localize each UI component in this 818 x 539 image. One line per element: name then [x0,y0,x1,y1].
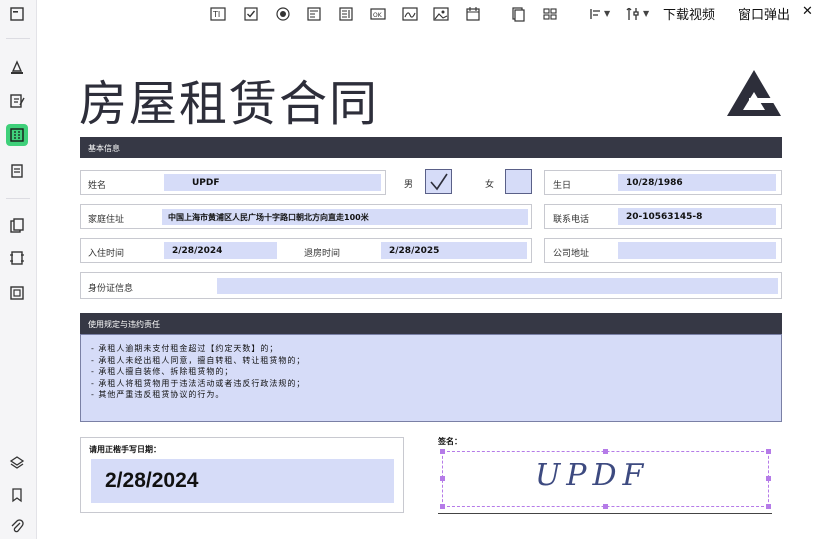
company-label: 公司地址 [553,249,590,259]
male-checkbox[interactable] [425,169,452,194]
resize-handle[interactable] [440,449,445,454]
signature-field-icon[interactable] [401,5,419,23]
address-label: 家庭住址 [88,215,125,225]
date-field-icon[interactable] [464,5,482,23]
tools-icon[interactable] [625,5,643,23]
resize-handle[interactable] [440,504,445,509]
grid-icon[interactable] [541,5,559,23]
birthday-input[interactable]: 10/28/1986 [618,174,776,191]
chevron-down-icon[interactable]: ▼ [643,9,649,18]
rules-text-area[interactable]: - 承租人逾期未支付租金超过【约定天数】的； - 承租人未经出租人同意，擅自转租… [80,334,782,422]
resize-handle[interactable] [603,449,608,454]
checkout-input[interactable]: 2/28/2025 [381,242,527,259]
id-label: 身份证信息 [88,284,134,294]
rule-item: - 承租人未经出租人同意，擅自转租、转让租赁物的； [91,355,306,365]
signature-line [438,513,772,514]
signature-image[interactable]: UPDF [535,458,649,493]
resize-handle[interactable] [766,449,771,454]
convert-icon[interactable] [6,215,28,237]
highlight-icon[interactable] [6,56,28,78]
svg-text:OK: OK [373,12,383,19]
handwrite-date-input[interactable]: 2/28/2024 [91,459,394,503]
radio-icon[interactable] [274,5,292,23]
popup-window-button[interactable]: 窗口弹出 [738,4,790,23]
compress-icon[interactable] [6,282,28,304]
edit-text-icon[interactable] [6,90,28,112]
checkbox-icon[interactable] [242,5,260,23]
name-input[interactable]: UPDF [164,174,381,191]
listbox-icon[interactable] [337,5,355,23]
close-icon[interactable]: ✕ [802,4,813,19]
download-video-button[interactable]: 下载视频 [663,4,715,23]
combobox-icon[interactable] [305,5,323,23]
phone-label: 联系电话 [553,215,590,225]
female-label: 女 [485,180,495,190]
name-label: 姓名 [88,181,107,191]
edit-page-icon[interactable] [6,3,28,25]
rule-item: - 承租人擅自装修、拆除租赁物的； [91,367,234,376]
image-field-icon[interactable] [432,5,450,23]
signature-label: 签名： [438,437,462,446]
resize-handle[interactable] [766,476,771,481]
checkout-label: 退房时间 [304,249,341,259]
text-field-icon[interactable]: TI [209,5,227,23]
chevron-down-icon[interactable]: ▼ [604,9,610,18]
attachment-icon[interactable] [6,515,28,537]
top-toolbar: TI OK ▼ ▼ 下载视频 窗口弹出 ✕ [37,0,818,28]
alignment-menu-icon[interactable] [587,5,605,23]
logo-icon [727,70,781,116]
checkin-input[interactable]: 2/28/2024 [164,242,277,259]
svg-text:TI: TI [212,10,220,19]
rule-item: - 承租人逾期未支付租金超过【约定天数】的； [91,344,279,353]
form-icon[interactable] [6,124,28,146]
birthday-label: 生日 [553,181,572,191]
female-checkbox[interactable] [505,169,532,194]
left-sidebar [0,0,37,539]
male-label: 男 [404,180,414,190]
resize-handle[interactable] [440,476,445,481]
rule-item: - 承租人将租赁物用于违法活动或者违反行政法规的； [91,378,306,388]
resize-handle[interactable] [603,504,608,509]
handwrite-date-box: 请用正楷手写日期： 2/28/2024 [80,437,404,513]
resize-handle[interactable] [766,504,771,509]
id-input[interactable] [217,278,778,294]
address-input[interactable]: 中国上海市黄浦区人民广场十字路口朝北方向直走100米 [162,209,528,225]
checkin-label: 入住时间 [88,249,125,259]
company-input[interactable] [618,242,776,259]
align-icon[interactable] [509,5,527,23]
button-ok-icon[interactable]: OK [369,5,387,23]
phone-input[interactable]: 20-10563145-8 [618,208,776,225]
bookmark-icon[interactable] [6,484,28,506]
layers-icon[interactable] [6,452,28,474]
document-page: 房屋租赁合同 基本信息 姓名 UPDF 男 女 生日 10/28/1986 家庭… [37,28,818,539]
section-basic-info: 基本信息 [80,137,782,158]
page-organize-icon[interactable] [6,160,28,182]
ocr-icon[interactable] [6,247,28,269]
page-title: 房屋租赁合同 [79,76,380,132]
handwrite-date-label: 请用正楷手写日期： [89,445,161,454]
rule-item: - 其他严重违反租赁协议的行为。 [91,390,225,399]
section-rules: 使用规定与违约责任 [80,313,782,334]
checkmark-icon [429,173,448,190]
